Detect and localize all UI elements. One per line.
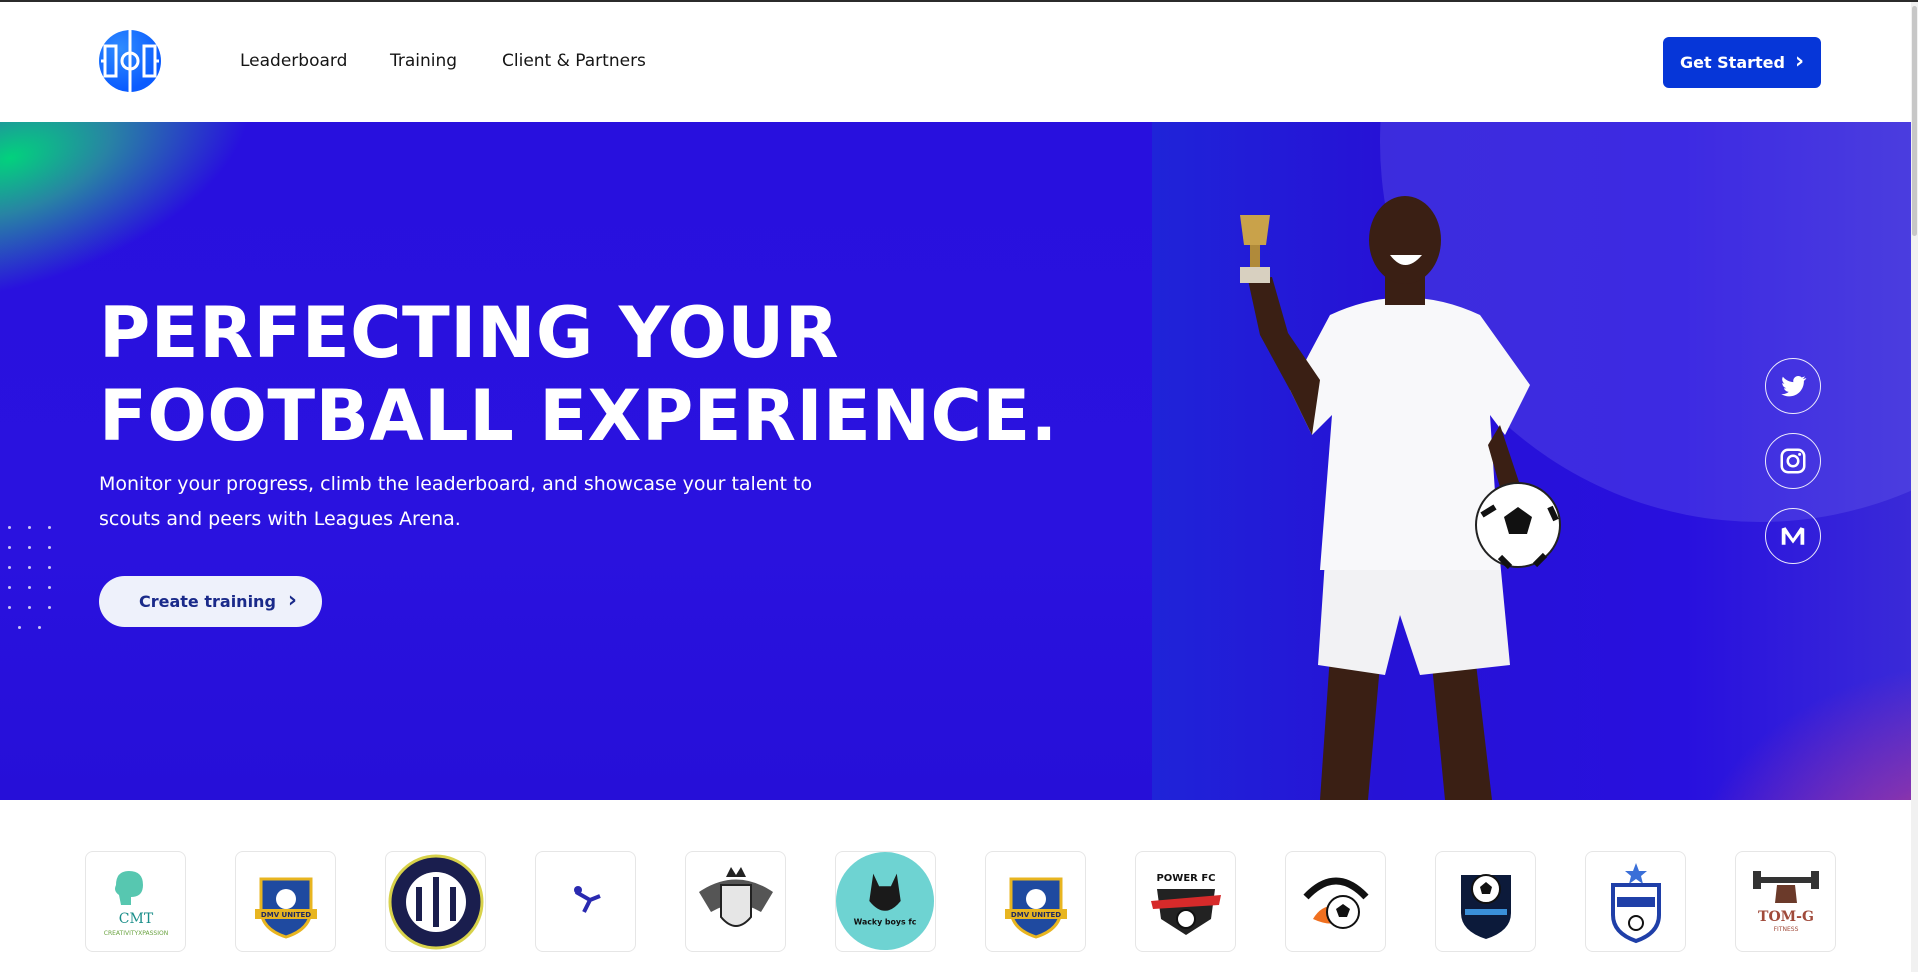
medium-icon: [1781, 527, 1805, 545]
chevron-right-icon: ›: [1794, 48, 1805, 74]
get-started-button[interactable]: Get Started ›: [1663, 37, 1821, 88]
hero-headline-line1: PERFECTING YOUR: [99, 292, 840, 374]
club-logos-strip: CMT CREATIVITYXPASSION DMV UNITED Wacky …: [0, 800, 1911, 972]
svg-text:POWER FC: POWER FC: [1156, 873, 1215, 884]
svg-text:TOM-G: TOM-G: [1758, 909, 1814, 925]
create-training-button[interactable]: Create training ›: [99, 576, 322, 627]
instagram-icon: [1780, 448, 1806, 474]
club-logo-samba-boys[interactable]: [385, 851, 486, 952]
svg-text:FITNESS: FITNESS: [1773, 926, 1798, 933]
leagues-arena-logo[interactable]: [99, 30, 161, 92]
create-training-label: Create training: [139, 592, 276, 611]
get-started-label: Get Started: [1679, 53, 1785, 72]
twitter-icon: [1781, 376, 1807, 397]
club-logo-dmv-united-2[interactable]: DMV UNITED: [985, 851, 1086, 952]
svg-text:Wacky boys fc: Wacky boys fc: [854, 918, 917, 927]
club-logo-kurwa-elites[interactable]: [1285, 851, 1386, 952]
club-logo-wacky-boys[interactable]: Wacky boys fc: [835, 851, 936, 952]
club-logo-tom-g-fitness[interactable]: TOM-G FITNESS: [1735, 851, 1836, 952]
chevron-right-icon: ›: [287, 587, 297, 613]
instagram-link[interactable]: [1765, 433, 1821, 489]
club-logo-power-fc[interactable]: POWER FC: [1135, 851, 1236, 952]
svg-text:CREATIVITYXPASSION: CREATIVITYXPASSION: [103, 930, 167, 937]
nav-client-partners[interactable]: Client & Partners: [502, 51, 646, 71]
page-scrollbar-thumb[interactable]: [1912, 6, 1917, 236]
club-logo-nzuri-fc[interactable]: [1435, 851, 1536, 952]
svg-text:DMV UNITED: DMV UNITED: [1010, 911, 1060, 919]
hero-section: PERFECTING YOUR FOOTBALL EXPERIENCE. Mon…: [0, 122, 1911, 800]
club-logo-4[interactable]: [535, 851, 636, 952]
svg-text:DMV UNITED: DMV UNITED: [260, 911, 310, 919]
hero-headline-line2: FOOTBALL EXPERIENCE.: [99, 375, 1058, 457]
club-logo-jojo-feleni[interactable]: [1585, 851, 1686, 952]
medium-link[interactable]: [1765, 508, 1821, 564]
player-with-trophy-image: [1240, 196, 1561, 800]
club-logo-cmt[interactable]: CMT CREATIVITYXPASSION: [85, 851, 186, 952]
hero-red-glow: [1680, 662, 1911, 800]
hero-headline: PERFECTING YOUR FOOTBALL EXPERIENCE.: [99, 292, 1058, 458]
nav-training[interactable]: Training: [390, 51, 457, 71]
nav-leaderboard[interactable]: Leaderboard: [240, 51, 347, 71]
club-logo-dmv-united[interactable]: DMV UNITED: [235, 851, 336, 952]
twitter-link[interactable]: [1765, 358, 1821, 414]
hero-subtext: Monitor your progress, climb the leaderb…: [99, 473, 813, 530]
svg-text:CMT: CMT: [118, 911, 153, 927]
site-header: Leaderboard Training Client & Partners G…: [0, 2, 1918, 122]
club-logo-5[interactable]: [685, 851, 786, 952]
